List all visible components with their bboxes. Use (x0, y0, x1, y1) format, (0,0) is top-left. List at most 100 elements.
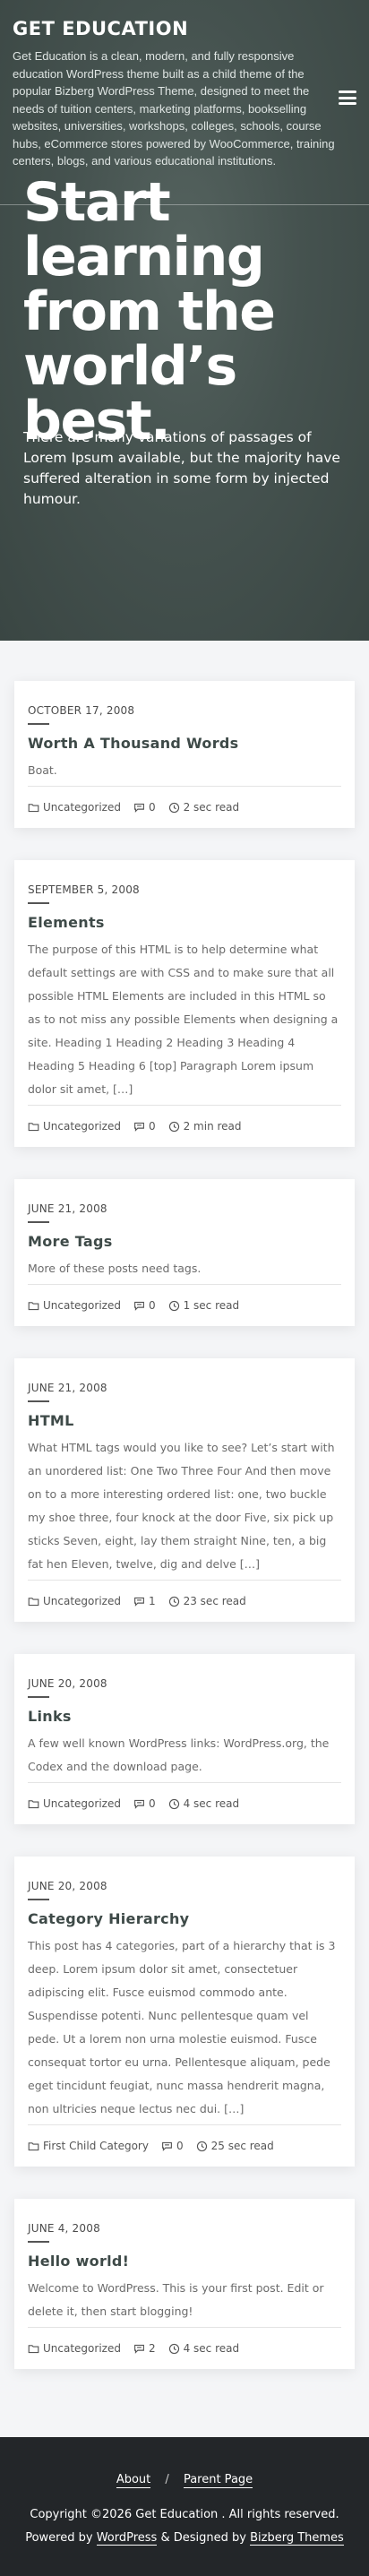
post-card: JUNE 20, 2008 Links A few well known Wor… (14, 1654, 355, 1824)
post-read-time: 2 sec read (168, 801, 239, 814)
date-underline (28, 1400, 49, 1402)
post-meta: Uncategorized 0 4 sec read (28, 1797, 341, 1810)
post-date[interactable]: JUNE 20, 2008 (28, 1677, 107, 1690)
folder-icon (28, 803, 39, 812)
footer-nav: About / Parent Page (0, 2437, 369, 2488)
post-category[interactable]: First Child Category (28, 2140, 149, 2152)
hero-text: There are many variations of passages of… (23, 429, 340, 507)
comment-count[interactable]: 0 (149, 1120, 156, 1133)
hamburger-menu-icon[interactable] (339, 90, 356, 105)
post-divider (28, 1105, 341, 1106)
comment-count[interactable]: 0 (176, 2140, 184, 2152)
category-link[interactable]: Uncategorized (43, 1797, 121, 1810)
footer-nav-separator: / (165, 2473, 169, 2486)
menu-bar (339, 102, 356, 105)
wordpress-link[interactable]: WordPress (96, 2531, 158, 2546)
site-title[interactable]: GET EDUCATION (13, 18, 188, 39)
post-date[interactable]: JUNE 20, 2008 (28, 1880, 107, 1892)
post-comments[interactable]: 2 (133, 2342, 156, 2355)
comment-icon (162, 2141, 172, 2151)
clock-icon (168, 1798, 179, 1809)
category-link[interactable]: Uncategorized (43, 1299, 121, 1312)
post-comments[interactable]: 0 (133, 1299, 156, 1312)
post-card: JUNE 21, 2008 HTML What HTML tags would … (14, 1358, 355, 1622)
date-underline (28, 902, 49, 904)
post-excerpt: This post has 4 categories, part of a hi… (28, 1939, 336, 2115)
comment-icon (134, 2344, 144, 2354)
comment-count[interactable]: 0 (149, 801, 156, 814)
post-meta: Uncategorized 0 2 sec read (28, 801, 341, 814)
powered-by: Powered by WordPress & Designed by Bizbe… (0, 2531, 369, 2546)
date-underline (28, 1221, 49, 1223)
post-title[interactable]: Links (28, 1708, 341, 1725)
post-comments[interactable]: 0 (133, 1797, 156, 1810)
read-time: 25 sec read (210, 2140, 274, 2152)
post-divider (28, 1284, 341, 1285)
post-title[interactable]: More Tags (28, 1233, 341, 1250)
post-excerpt: Boat. (28, 763, 57, 777)
comment-count[interactable]: 0 (149, 1797, 156, 1810)
post-category[interactable]: Uncategorized (28, 1797, 121, 1810)
post-read-time: 1 sec read (168, 1299, 240, 1312)
category-link[interactable]: First Child Category (43, 2140, 149, 2152)
read-time: 4 sec read (183, 2342, 240, 2355)
post-date[interactable]: OCTOBER 17, 2008 (28, 704, 134, 717)
post-excerpt: A few well known WordPress links: WordPr… (28, 1736, 330, 1773)
folder-icon (28, 1799, 39, 1808)
date-underline (28, 2241, 49, 2243)
date-underline (28, 1899, 49, 1900)
folder-icon (28, 1301, 39, 1310)
comment-count[interactable]: 1 (149, 1595, 156, 1607)
post-read-time: 25 sec read (196, 2140, 274, 2152)
post-divider (28, 2327, 341, 2328)
comment-count[interactable]: 2 (149, 2342, 156, 2355)
post-date[interactable]: JUNE 4, 2008 (28, 2222, 100, 2235)
post-read-time: 2 min read (168, 1120, 242, 1133)
footer-link-about[interactable]: About (116, 2473, 151, 2488)
folder-icon (28, 2141, 39, 2150)
post-title[interactable]: Hello world! (28, 2253, 341, 2270)
post-date[interactable]: SEPTEMBER 5, 2008 (28, 883, 140, 896)
post-category[interactable]: Uncategorized (28, 1120, 121, 1133)
read-time: 4 sec read (183, 1797, 240, 1810)
post-title[interactable]: Elements (28, 914, 341, 931)
post-date[interactable]: JUNE 21, 2008 (28, 1202, 107, 1215)
post-list: OCTOBER 17, 2008 Worth A Thousand Words … (0, 641, 369, 2437)
powered-prefix: Powered by (25, 2531, 93, 2545)
post-category[interactable]: Uncategorized (28, 1299, 121, 1312)
post-comments[interactable]: 0 (133, 801, 156, 814)
post-comments[interactable]: 0 (161, 2140, 184, 2152)
post-date[interactable]: JUNE 21, 2008 (28, 1382, 107, 1394)
post-card: JUNE 21, 2008 More Tags More of these po… (14, 1179, 355, 1326)
comment-count[interactable]: 0 (149, 1299, 156, 1312)
post-title[interactable]: Category Hierarchy (28, 1910, 341, 1927)
site-description: Get Education is a clean, modern, and fu… (13, 49, 335, 168)
clock-icon (168, 1596, 179, 1607)
post-title[interactable]: Worth A Thousand Words (28, 735, 341, 752)
menu-bar (339, 96, 356, 99)
hero-banner: GET EDUCATION Get Education is a clean, … (0, 0, 369, 641)
comment-icon (134, 1122, 144, 1132)
post-excerpt: Welcome to WordPress. This is your first… (28, 2281, 324, 2318)
footer-link-parent-page[interactable]: Parent Page (183, 2473, 253, 2488)
post-read-time: 4 sec read (168, 1797, 240, 1810)
post-card: OCTOBER 17, 2008 Worth A Thousand Words … (14, 681, 355, 828)
post-category[interactable]: Uncategorized (28, 2342, 121, 2355)
post-comments[interactable]: 0 (133, 1120, 156, 1133)
post-meta: Uncategorized 2 4 sec read (28, 2342, 341, 2355)
post-category[interactable]: Uncategorized (28, 801, 121, 814)
category-link[interactable]: Uncategorized (43, 1595, 121, 1607)
post-category[interactable]: Uncategorized (28, 1595, 121, 1607)
category-link[interactable]: Uncategorized (43, 801, 121, 814)
comment-icon (134, 1799, 144, 1809)
read-time: 1 sec read (183, 1299, 240, 1312)
category-link[interactable]: Uncategorized (43, 2342, 121, 2355)
folder-icon (28, 1597, 39, 1606)
clock-icon (168, 1300, 179, 1311)
post-title[interactable]: HTML (28, 1412, 341, 1429)
post-comments[interactable]: 1 (133, 1595, 156, 1607)
post-excerpt: The purpose of this HTML is to help dete… (28, 943, 339, 1096)
category-link[interactable]: Uncategorized (43, 1120, 121, 1133)
menu-bar (339, 90, 356, 93)
theme-link[interactable]: Bizberg Themes (250, 2531, 344, 2546)
